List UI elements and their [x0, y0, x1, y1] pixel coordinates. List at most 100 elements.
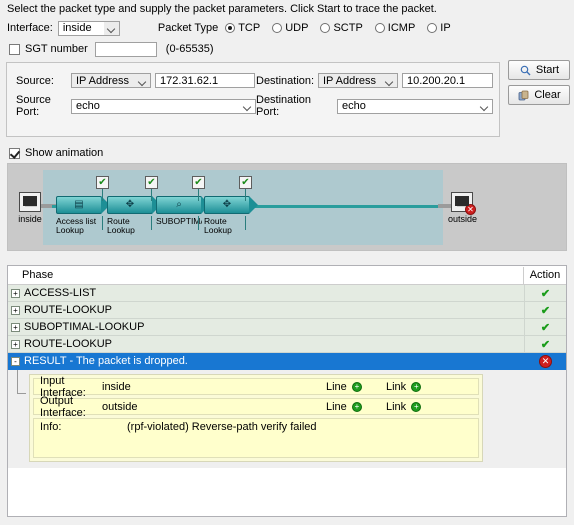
radio-tcp-label: TCP: [238, 22, 261, 34]
ingress-interface-node: inside: [16, 192, 44, 224]
link-up-icon: +: [411, 401, 422, 412]
radio-dot-icon: [374, 23, 385, 33]
interface-select[interactable]: inside: [57, 20, 120, 36]
input-link-status: Link +: [386, 381, 432, 393]
radio-udp-label: UDP: [285, 22, 309, 34]
packet-type-radio-group: TCP UDP SCTP ICMP IP: [225, 22, 462, 34]
stage-label: Route: [107, 217, 130, 226]
radio-dot-icon: [225, 23, 236, 33]
expand-toggle-icon[interactable]: +: [11, 339, 20, 349]
stage-label-2: Lookup: [204, 226, 232, 235]
tick-stem: [151, 216, 152, 230]
table-row[interactable]: + ROUTE-LOOKUP ✔: [8, 302, 566, 319]
instruction-text: Select the packet type and supply the pa…: [7, 3, 437, 15]
source-label: Source:: [16, 74, 54, 87]
phase-name: RESULT - The packet is dropped.: [24, 355, 188, 367]
table-row[interactable]: + SUBOPTIMAL-LOOKUP ✔: [8, 319, 566, 336]
tick-stem: [151, 189, 152, 201]
trash-icon: [517, 89, 530, 102]
destination-port-label: Destination Port:: [256, 94, 312, 118]
output-line-status: Line +: [326, 401, 372, 413]
radio-sctp[interactable]: SCTP: [320, 22, 363, 34]
radio-ip-label: IP: [440, 22, 451, 34]
action-cell: ✔: [524, 302, 566, 318]
phase-results-table: Phase Action + ACCESS-LIST ✔ + ROUTE-LOO…: [7, 265, 567, 517]
stage-access-list[interactable]: ▤ Access list Lookup: [56, 196, 110, 235]
acl-icon: ▤: [56, 196, 110, 214]
stage-label: Access list: [56, 217, 97, 226]
sgt-range-hint: (0-65535): [165, 43, 214, 55]
show-animation-row[interactable]: Show animation: [9, 147, 103, 159]
clear-button[interactable]: Clear: [508, 85, 570, 105]
stage-route-lookup-1[interactable]: ✥ Route Lookup: [107, 196, 161, 235]
phase-name: ACCESS-LIST: [24, 287, 97, 299]
result-detail-box: Input Interface: inside Line + Link + Ou…: [29, 374, 483, 462]
stage-route-lookup-2[interactable]: ✥ Route Lookup: [204, 196, 258, 235]
packet-tracer-panel: Select the packet type and supply the pa…: [0, 0, 574, 525]
link-label: Link: [386, 400, 407, 413]
radio-ip[interactable]: IP: [427, 22, 451, 34]
ingress-interface-label: inside: [18, 214, 42, 224]
interface-and-packet-type-row: Interface: inside Packet Type TCP UDP SC…: [7, 20, 463, 36]
source-type-select[interactable]: IP Address: [71, 73, 151, 88]
link-up-icon: +: [411, 381, 422, 392]
action-cell: ✕: [524, 353, 566, 369]
start-button[interactable]: Start: [508, 60, 570, 80]
expand-toggle-icon[interactable]: +: [11, 288, 20, 298]
phase-name: SUBOPTIMAL-LOOKUP: [24, 321, 145, 333]
chevron-down-icon: [382, 74, 397, 87]
link-label: Link: [386, 380, 407, 393]
phase-cell: + ROUTE-LOOKUP: [8, 338, 524, 350]
table-row[interactable]: + ROUTE-LOOKUP ✔: [8, 336, 566, 353]
collapse-toggle-icon[interactable]: -: [11, 356, 20, 366]
sgt-label: SGT number: [25, 43, 88, 55]
chevron-down-icon: [477, 100, 492, 113]
output-interface-row: Output Interface: outside Line + Link +: [33, 395, 479, 419]
radio-icmp[interactable]: ICMP: [374, 22, 415, 34]
interface-select-value: inside: [62, 22, 92, 34]
input-line-status: Line +: [326, 381, 372, 393]
column-header-action: Action: [523, 266, 566, 284]
table-row[interactable]: + ACCESS-LIST ✔: [8, 285, 566, 302]
magnifier-icon: [519, 64, 532, 77]
destination-type-value: IP Address: [323, 74, 376, 87]
egress-interface-node: ✕ outside: [448, 192, 478, 224]
show-animation-checkbox[interactable]: [9, 147, 20, 159]
radio-udp[interactable]: UDP: [272, 22, 308, 34]
stage-suboptimal-lookup[interactable]: ⌕ SUBOPTIMA: [156, 196, 210, 226]
tree-connector: [17, 370, 18, 394]
pass-check-icon: ✔: [540, 321, 551, 334]
output-interface-value: outside: [102, 400, 138, 413]
pass-check-icon: ✔: [540, 304, 551, 317]
action-cell: ✔: [524, 336, 566, 352]
sgt-input[interactable]: [94, 41, 157, 57]
stage-label-2: Lookup: [107, 226, 135, 235]
route-icon: ✥: [107, 196, 161, 214]
tick-stem: [245, 216, 246, 230]
radio-dot-icon: [320, 23, 331, 33]
table-row-selected[interactable]: - RESULT - The packet is dropped. ✕: [8, 353, 566, 370]
destination-port-select[interactable]: echo: [337, 98, 493, 114]
action-cell: ✔: [524, 285, 566, 301]
expand-toggle-icon[interactable]: +: [11, 305, 20, 315]
tick-stem: [102, 189, 103, 201]
phase-name: ROUTE-LOOKUP: [24, 304, 113, 316]
info-row: Info: (rpf-violated) Reverse-path verify…: [33, 418, 479, 458]
egress-interface-label: outside: [448, 214, 478, 224]
expand-toggle-icon[interactable]: +: [11, 322, 20, 332]
pass-check-icon: ✔: [540, 338, 551, 351]
route-icon: ✥: [204, 196, 258, 214]
stage-label: Route: [204, 217, 227, 226]
column-header-phase: Phase: [22, 269, 54, 281]
destination-type-select[interactable]: IP Address: [318, 73, 398, 88]
stage-status-pass-icon: ✔: [192, 176, 205, 189]
source-port-select[interactable]: echo: [71, 98, 256, 114]
source-address-input[interactable]: 172.31.62.1: [155, 73, 255, 88]
start-button-label: Start: [535, 64, 560, 76]
sgt-checkbox[interactable]: [9, 43, 20, 55]
destination-address-input[interactable]: 10.200.20.1: [402, 73, 493, 88]
tick-stem: [245, 189, 246, 201]
radio-tcp[interactable]: TCP: [225, 22, 260, 34]
chevron-down-icon: [240, 100, 255, 113]
tree-connector: [17, 393, 26, 394]
